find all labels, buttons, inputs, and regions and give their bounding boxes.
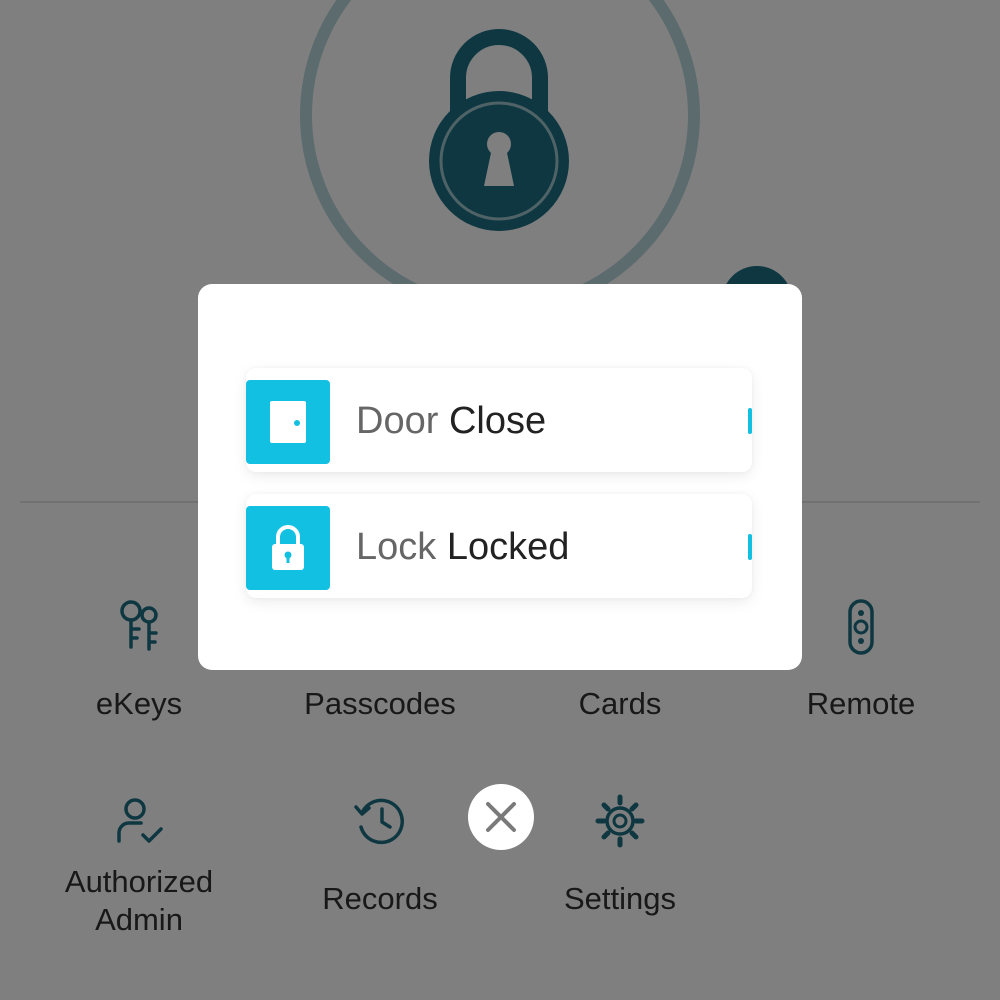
close-icon [486,802,516,832]
door-icon [246,380,330,464]
lock-status-dialog: Door Close Lock Locked [198,284,802,670]
lock-app-screen: eKeys Passcodes Cards Remote [0,0,1000,1000]
door-status-row: Door Close [246,368,752,472]
status-value: Close [448,400,547,442]
lock-status-row: Lock Locked [246,494,752,598]
status-name: Lock [356,526,437,568]
padlock-icon [246,506,330,590]
status-indicator [748,534,752,560]
status-indicator [748,408,752,434]
status-name: Door [356,400,439,442]
close-button[interactable] [468,784,534,850]
status-value: Locked [446,526,570,568]
